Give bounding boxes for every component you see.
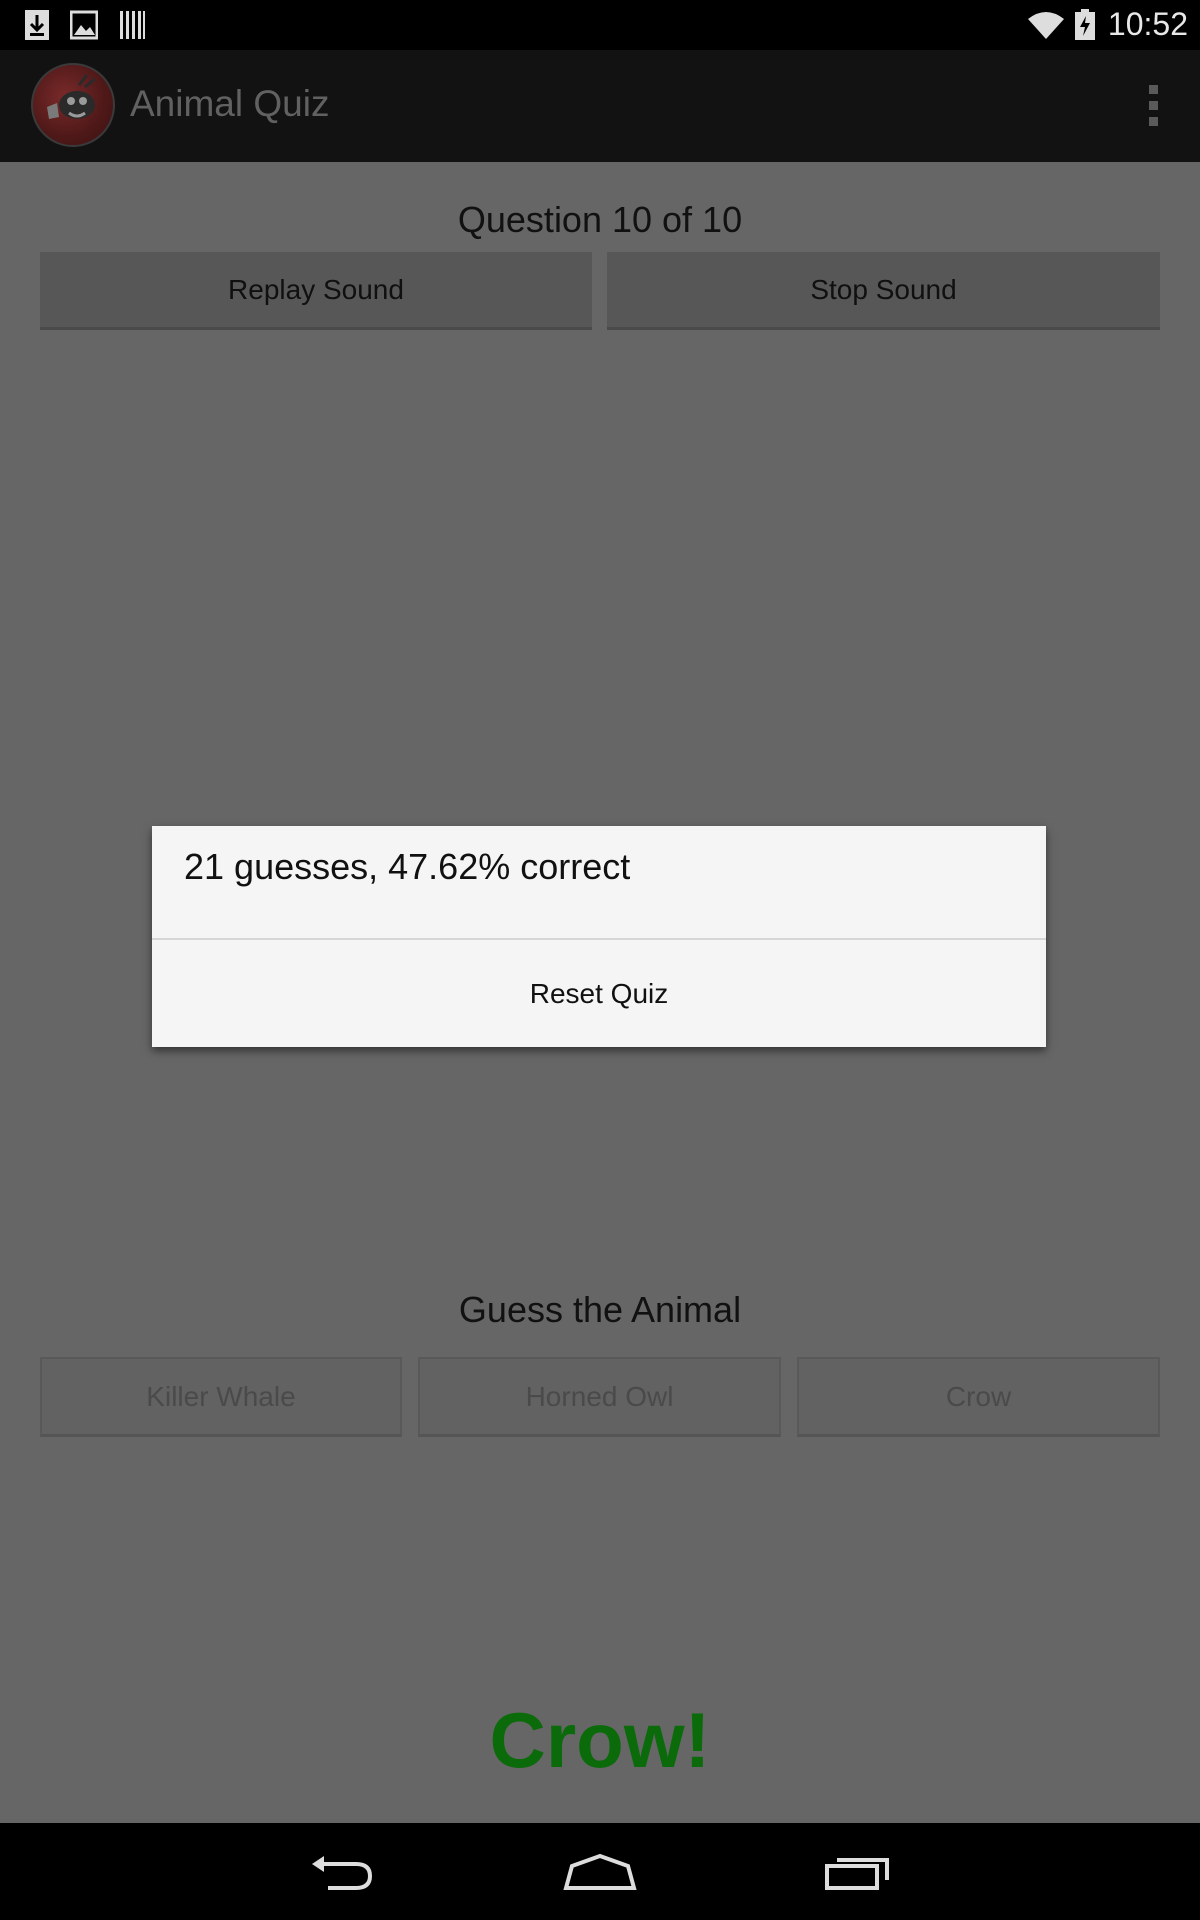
- barcode-icon: [118, 9, 146, 46]
- image-icon: [69, 9, 99, 46]
- choice-button[interactable]: Crow: [797, 1357, 1160, 1437]
- dialog-message: 21 guesses, 47.62% correct: [184, 846, 631, 887]
- wifi-icon: [1026, 9, 1066, 46]
- stop-sound-button[interactable]: Stop Sound: [607, 252, 1160, 330]
- choice-button[interactable]: Killer Whale: [40, 1357, 402, 1437]
- reset-quiz-button[interactable]: Reset Quiz: [152, 940, 1046, 1047]
- back-icon[interactable]: [273, 1823, 413, 1920]
- overflow-menu-icon[interactable]: [1146, 85, 1160, 129]
- replay-sound-button[interactable]: Replay Sound: [40, 252, 592, 330]
- app-title: Animal Quiz: [130, 83, 330, 124]
- status-time: 10:52: [1107, 6, 1188, 42]
- navigation-bar: [0, 1823, 1200, 1920]
- battery-charging-icon: [1074, 9, 1096, 46]
- question-counter: Question 10 of 10: [457, 199, 743, 240]
- home-icon[interactable]: [530, 1823, 670, 1920]
- download-icon: [24, 9, 50, 46]
- guess-label: Guess the Animal: [458, 1289, 742, 1330]
- recent-apps-icon[interactable]: [788, 1823, 928, 1920]
- answer-feedback: Crow!: [489, 1696, 711, 1784]
- results-dialog: 21 guesses, 47.62% correct Reset Quiz: [152, 826, 1046, 1047]
- app-logo[interactable]: [31, 63, 115, 147]
- choice-button[interactable]: Horned Owl: [418, 1357, 781, 1437]
- action-bar: Animal Quiz: [0, 50, 1200, 162]
- status-bar: 10:52: [0, 0, 1200, 50]
